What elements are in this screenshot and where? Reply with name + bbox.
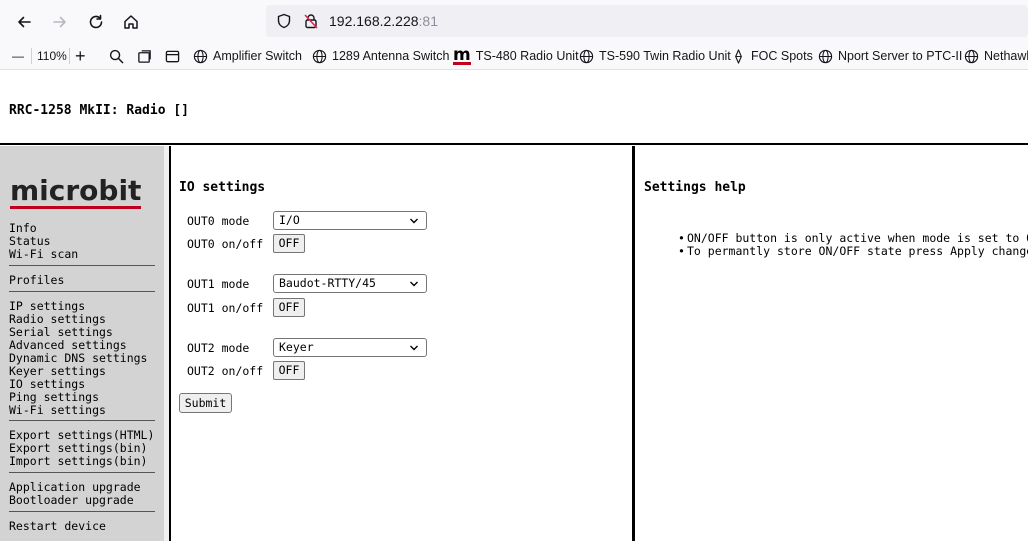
- settings-help-title: Settings help: [644, 180, 746, 195]
- bookmark-label: FOC Spots: [751, 49, 813, 63]
- globe-icon: [964, 49, 979, 63]
- content-border: [169, 146, 171, 541]
- sidebar-item-bootloader-upgrade[interactable]: Bootloader upgrade: [9, 494, 134, 507]
- help-item: To permantly store ON/OFF state press Ap…: [678, 245, 1028, 259]
- bookmark-nethawk[interactable]: Nethawk: [964, 47, 1028, 65]
- zoom-reset-button[interactable]: 110%: [37, 46, 67, 66]
- sidebar-item-restart-device[interactable]: Restart device: [9, 520, 106, 533]
- home-icon: [124, 15, 138, 29]
- out0-onoff-button[interactable]: OFF: [273, 234, 305, 253]
- out1-mode-select[interactable]: Baudot-RTTY/45: [273, 274, 427, 293]
- forward-arrow-icon: [53, 16, 66, 28]
- globe-icon: [193, 49, 208, 63]
- out2-onoff-label: OUT2 on/off: [187, 364, 264, 378]
- zoom-in-button[interactable]: +: [75, 46, 86, 66]
- out0-mode-label: OUT0 mode: [187, 214, 250, 228]
- url-bar[interactable]: 192.168.2.228:81: [266, 5, 1028, 37]
- out0-mode-value: I/O: [279, 213, 300, 227]
- reload-button[interactable]: [82, 8, 110, 36]
- out2-onoff-button[interactable]: OFF: [273, 361, 305, 380]
- microbit-logo-icon: m: [453, 44, 471, 65]
- sidebar-item-profiles[interactable]: Profiles: [9, 274, 64, 287]
- toolbar-divider: [31, 48, 32, 64]
- globe-icon: [312, 49, 327, 63]
- out2-mode-label: OUT2 mode: [187, 341, 250, 355]
- zoom-in-label: +: [75, 45, 86, 66]
- bookmark-amplifier-switch[interactable]: Amplifier Switch: [193, 47, 302, 65]
- home-button[interactable]: [117, 8, 145, 36]
- bookmark-label: Amplifier Switch: [213, 49, 302, 63]
- title-divider: [0, 143, 1028, 145]
- sidebar-item-wifi-scan[interactable]: Wi-Fi scan: [9, 248, 78, 261]
- reload-icon: [89, 14, 103, 29]
- url-host: 192.168.2.228: [329, 13, 419, 29]
- out2-mode-value: Keyer: [279, 340, 314, 354]
- sidebar-item-import-bin[interactable]: Import settings(bin): [9, 455, 147, 468]
- sidebar-divider: [9, 420, 155, 421]
- bookmark-label: Nport Server to PTC-II: [838, 49, 963, 63]
- zoom-level: 110%: [37, 49, 67, 63]
- tracking-shield-icon[interactable]: [276, 13, 292, 29]
- insecure-lock-icon[interactable]: [303, 13, 319, 29]
- submit-button[interactable]: Submit: [179, 393, 232, 413]
- sidebar-toggle-button[interactable]: [163, 47, 181, 65]
- bookmarks-toolbar: — 110% + Amplifier Switch 1289 Antenna S…: [0, 42, 1028, 70]
- url-text[interactable]: 192.168.2.228:81: [329, 13, 438, 29]
- out2-mode-select[interactable]: Keyer: [273, 338, 427, 357]
- bookmark-label: TS-480 Radio Unit: [475, 49, 579, 63]
- globe-icon: [579, 49, 594, 63]
- forward-button[interactable]: [46, 8, 74, 36]
- help-list: ON/OFF button is only active when mode i…: [678, 232, 1028, 259]
- chevron-down-icon: [410, 345, 418, 351]
- globe-icon: [818, 49, 833, 63]
- out0-mode-select[interactable]: I/O: [273, 211, 427, 230]
- bookmark-label: TS-590 Twin Radio Unit: [599, 49, 731, 63]
- out1-mode-value: Baudot-RTTY/45: [279, 276, 376, 290]
- diamond-icon: [735, 48, 742, 64]
- back-arrow-icon: [18, 16, 31, 28]
- out1-onoff-label: OUT1 on/off: [187, 301, 264, 315]
- screenshot-button[interactable]: [135, 47, 153, 65]
- sidebar-nav: microbit Info Status Wi-Fi scan Profiles…: [0, 146, 164, 541]
- sidebar-divider: [9, 291, 155, 292]
- toolbar-divider: [69, 48, 70, 64]
- back-button[interactable]: [10, 8, 38, 36]
- chevron-down-icon: [410, 218, 418, 224]
- screenshot-icon: [137, 49, 151, 63]
- zoom-out-label: —: [12, 49, 24, 63]
- search-icon: [109, 49, 123, 63]
- io-settings-title: IO settings: [179, 180, 266, 195]
- sidebar-divider: [9, 511, 155, 512]
- panel-divider: [632, 146, 635, 541]
- microbit-logo: microbit: [10, 174, 142, 209]
- browser-nav-bar: 192.168.2.228:81: [0, 0, 1028, 42]
- chevron-down-icon: [410, 281, 418, 287]
- sidebar-icon: [165, 50, 179, 62]
- sidebar-item-wifi-settings[interactable]: Wi-Fi settings: [9, 404, 106, 417]
- url-port: :81: [418, 13, 438, 29]
- bookmark-ts-590-twin-radio-unit[interactable]: TS-590 Twin Radio Unit: [579, 47, 731, 65]
- out0-onoff-label: OUT0 on/off: [187, 237, 264, 251]
- out1-mode-label: OUT1 mode: [187, 277, 250, 291]
- bookmark-nport-server[interactable]: Nport Server to PTC-II: [818, 47, 962, 65]
- bookmark-label: 1289 Antenna Switch: [332, 49, 450, 63]
- sidebar-divider: [9, 265, 155, 266]
- bookmark-1289-antenna-switch[interactable]: 1289 Antenna Switch: [312, 47, 449, 65]
- sidebar-divider: [9, 472, 155, 473]
- search-button[interactable]: [107, 47, 125, 65]
- out1-onoff-button[interactable]: OFF: [273, 298, 305, 317]
- bookmark-label: Nethawk: [984, 49, 1028, 63]
- bookmark-foc-spots[interactable]: FOC Spots: [731, 47, 813, 65]
- zoom-out-button[interactable]: —: [12, 46, 24, 66]
- page-title: RRC-1258 MkII: Radio []: [9, 103, 190, 118]
- bookmark-ts-480-radio-unit[interactable]: m TS-480 Radio Unit: [453, 44, 579, 65]
